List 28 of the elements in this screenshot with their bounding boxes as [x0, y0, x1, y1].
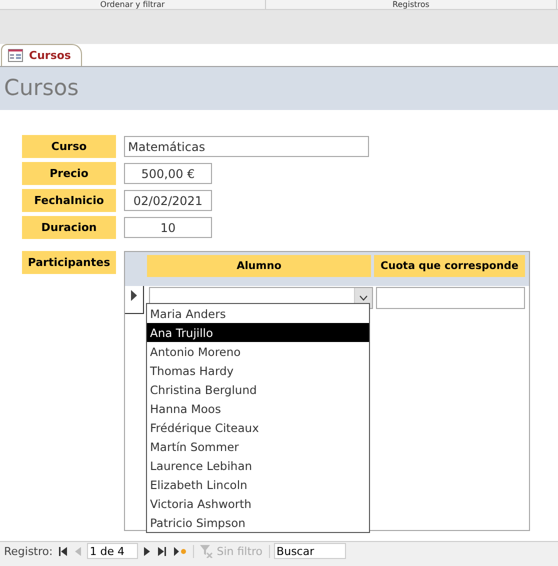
input-field[interactable]: [376, 287, 525, 309]
dropdown-option[interactable]: Ana Trujillo: [147, 323, 369, 342]
ribbon-group-label: Registros: [392, 0, 430, 9]
record-position-field[interactable]: 1 de 4: [86, 543, 138, 559]
next-record-button[interactable]: [142, 544, 152, 558]
new-record-button[interactable]: [172, 544, 189, 558]
search-field[interactable]: Buscar: [274, 543, 346, 559]
chevron-down-icon: [359, 295, 368, 301]
record-pointer-icon: [131, 290, 137, 301]
column-header: Alumno: [147, 255, 371, 277]
field-label: Curso: [22, 135, 116, 158]
text-field[interactable]: 10: [124, 217, 212, 238]
ribbon-group-label: Ordenar y filtrar: [100, 0, 165, 9]
form-tab[interactable]: Cursos: [1, 44, 82, 66]
column-header: Cuota que corresponde: [374, 255, 525, 277]
form-icon: [8, 49, 23, 62]
last-record-button[interactable]: [156, 544, 168, 558]
field-label: Precio: [22, 162, 116, 185]
record-label: Registro:: [4, 544, 53, 558]
filter-clear-icon: [200, 544, 213, 558]
field-label: Participantes: [22, 251, 116, 274]
field-label: FechaInicio: [22, 189, 116, 212]
first-record-button[interactable]: [56, 544, 69, 558]
text-field[interactable]: 500,00 €: [124, 163, 212, 184]
form-title: Cursos: [4, 76, 79, 101]
field-label: Duracion: [22, 216, 116, 239]
text-field[interactable]: Matemáticas: [124, 136, 369, 157]
text-field[interactable]: 02/02/2021: [124, 190, 212, 211]
